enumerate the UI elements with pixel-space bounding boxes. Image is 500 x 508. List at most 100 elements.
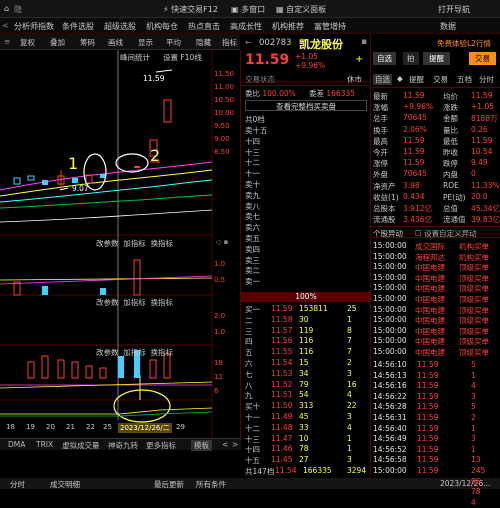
event-cell: 15:00:00 <box>373 294 407 303</box>
menu-item-institution[interactable]: 机构每仓 <box>146 21 178 32</box>
menu-item-hot[interactable]: 热点直击 <box>188 21 220 32</box>
buy-level-row[interactable]: 十三 11.47 10 1 <box>241 433 371 444</box>
tab-alert[interactable]: 提醒 <box>423 52 450 65</box>
toolbar-indicator[interactable]: 指标 <box>222 37 237 48</box>
buy-level-row[interactable]: 二 11.58 30 1 <box>241 314 371 325</box>
buy-level-row[interactable]: 买十 11.50 313 22 <box>241 400 371 411</box>
back-arrow-icon[interactable]: ← <box>245 38 252 47</box>
buy-level-row[interactable]: 七 11.53 34 3 <box>241 368 371 379</box>
toolbar-average[interactable]: 平均 <box>166 37 181 48</box>
toolbar-display[interactable]: 显示 <box>138 37 153 48</box>
buy-cell: 45 <box>299 412 309 421</box>
tab-favorite[interactable]: 自选 <box>373 52 396 65</box>
event-row[interactable]: 15:00:00 中国电建 顶级买单 <box>371 272 500 283</box>
buy-level-row[interactable]: 八 11.52 79 16 <box>241 379 371 390</box>
menu-scroll-left[interactable]: < <box>2 21 9 30</box>
menu-item-condition[interactable]: 条件选股 <box>62 21 94 32</box>
event-row[interactable]: 15:00:00 成交国际 机构买单 <box>371 240 500 251</box>
tick-row: 4 <box>371 497 500 508</box>
home-icon[interactable]: ⌂ <box>4 4 9 13</box>
tab-trade[interactable]: 交易 <box>469 52 496 65</box>
toolbar-chips[interactable]: 筹码 <box>80 37 95 48</box>
exempt-link[interactable]: 免费体验L2行情 <box>437 38 491 49</box>
chart-setting[interactable]: 设置 F10线 <box>163 52 202 63</box>
stat-cell: 11.59 <box>403 147 425 156</box>
event-row[interactable]: 15:00:00 中国电建 顶级买单 <box>371 314 500 325</box>
buy-cell: 十五 <box>245 456 260 466</box>
buy-level-row[interactable]: 十五 11.45 27 3 <box>241 454 371 465</box>
tick-cell: 11.59 <box>417 413 439 422</box>
stat-row: 总股本 3.912亿 总值 45.34亿 <box>371 202 500 213</box>
toolbar-draw[interactable]: 画线 <box>108 37 123 48</box>
buy-level-row[interactable]: 五 11.55 116 7 <box>241 346 371 357</box>
custom-panel-button[interactable]: ▦ 自定义面板 <box>276 4 326 15</box>
tick-cell: 11.59 <box>417 466 439 475</box>
candle <box>72 178 78 183</box>
tab-template[interactable]: 模板 <box>191 440 212 451</box>
tab-snapshot[interactable]: 拍 <box>403 52 419 65</box>
tick-cell: 14:56:22 <box>373 391 407 401</box>
event-row[interactable]: 15:00:00 中国电建 顶级买单 <box>371 325 500 336</box>
buy-cell: 1 <box>347 444 352 454</box>
tab-more[interactable]: 更多指标 <box>146 440 176 451</box>
menu-item-growth[interactable]: 高成长性 <box>230 21 262 32</box>
open-guide-button[interactable]: 打开导航 <box>438 4 470 15</box>
mini-icons[interactable]: ◇ ▪ <box>216 238 228 246</box>
buy-level-row[interactable]: 十四 11.46 78 1 <box>241 443 371 454</box>
tab-virtual-vol[interactable]: 虚拟成交量 <box>62 440 100 451</box>
event-row[interactable]: 15:00:00 中国电建 顶级买单 <box>371 304 500 315</box>
event-row[interactable]: 15:00:00 中国电建 顶级买单 <box>371 293 500 304</box>
tick-cell: 96 <box>471 476 481 486</box>
menu-item-recommend[interactable]: 机构推荐 <box>272 21 304 32</box>
candle <box>27 175 35 181</box>
event-row[interactable]: 15:00:00 中国电建 顶级买单 <box>371 346 500 357</box>
stat-cell: 0.26 <box>471 124 488 134</box>
stock-menu-icon[interactable]: ▪ <box>361 37 367 47</box>
buy-level-row[interactable]: 六 11.54 15 2 <box>241 357 371 368</box>
price-low-label: 9.07 <box>72 184 89 193</box>
multi-window-button[interactable]: ▣ 多窗口 <box>231 4 265 15</box>
toolbar-icon[interactable]: ≡ <box>4 37 10 46</box>
quick-trade-button[interactable]: ⚡ 快速交易F12 <box>163 4 218 15</box>
tick-row: 14:56:16 11.59 4 <box>371 380 500 391</box>
buy-level-row[interactable]: 十二 11.48 33 4 <box>241 422 371 433</box>
tab-trix[interactable]: TRIX <box>36 440 53 449</box>
kline-chart-area[interactable]: 峰间统计 设置 F10线 11.59 9.07 1 2 11.50 11.00 10… <box>0 50 241 438</box>
menu-item-wealth[interactable]: 富管增持 <box>314 21 346 32</box>
event-cell: 顶级买单 <box>459 348 489 357</box>
buy-cell: 11.46 <box>271 444 293 454</box>
tab-prev[interactable]: < <box>222 440 228 449</box>
toolbar-fuquan[interactable]: 复权 <box>20 37 35 48</box>
menu-item-super[interactable]: 超级选股 <box>104 21 136 32</box>
tab-nine-turn[interactable]: 神奇九转 <box>108 440 138 451</box>
tick-cell: 11.59 <box>417 434 439 444</box>
candle <box>134 166 140 168</box>
add-favorite-icon[interactable]: + <box>355 54 363 65</box>
buy-level-row[interactable]: 十一 11.49 45 3 <box>241 411 371 422</box>
event-row[interactable]: 15:00:00 中国电建 顶级买单 <box>371 261 500 272</box>
tab-next[interactable]: > <box>232 440 238 449</box>
buy-cell: 313 <box>299 401 314 411</box>
view-full-book-button[interactable]: 查看完整档买卖盘 <box>245 100 367 111</box>
buy-level-row[interactable]: 三 11.57 119 8 <box>241 325 371 336</box>
tick-cell: 14:56:49 <box>373 434 407 444</box>
event-row[interactable]: 15:00:00 中国电建 顶级买单 <box>371 282 500 293</box>
hide-button[interactable]: 隐 <box>14 4 22 15</box>
event-row[interactable]: 15:00:00 海程邦达 机构买单 <box>371 251 500 262</box>
toolbar-hide[interactable]: 隐藏 <box>196 37 211 48</box>
buy-level-row[interactable]: 买一 11.59 153811 25 <box>241 303 371 314</box>
custom-event-checkbox[interactable]: ☐ 设置自定义异动 <box>415 228 477 239</box>
menu-bar: < 分析师指数 条件选股 超级选股 机构每仓 热点直击 高成长性 机构推荐 富管… <box>0 18 500 34</box>
toolbar-overlay[interactable]: 叠加 <box>50 37 65 48</box>
menu-item-data[interactable]: 数据 <box>440 21 456 32</box>
buy-level-row[interactable]: 九 11.51 54 4 <box>241 389 371 400</box>
tab-dma[interactable]: DMA <box>8 440 25 449</box>
buy-cell: 11.55 <box>271 347 293 357</box>
event-row[interactable]: 15:00:00 中国电建 顶级买单 <box>371 335 500 346</box>
tick-cell: 3 <box>471 391 476 401</box>
buy-level-row[interactable]: 四 11.56 116 7 <box>241 335 371 346</box>
buy-cell: 15 <box>299 358 309 367</box>
stat-row: 外盘 70645 内盘 0 <box>371 168 500 179</box>
stat-cell: 3.436亿 <box>403 215 432 225</box>
menu-item-analyst[interactable]: 分析师指数 <box>14 21 54 32</box>
